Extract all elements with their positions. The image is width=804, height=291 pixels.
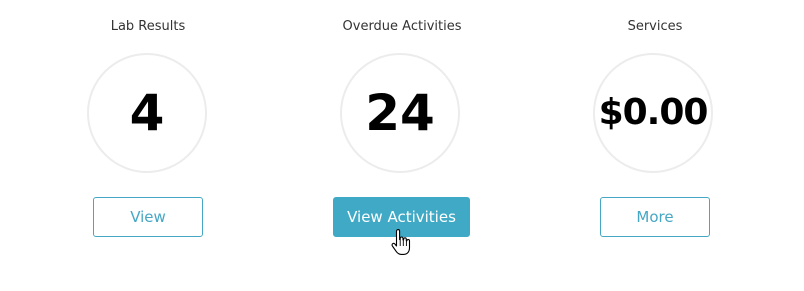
lab-results-label: Lab Results <box>110 19 186 34</box>
services-card: Services $0.00 More <box>545 0 765 291</box>
hand-pointer-icon <box>391 229 411 255</box>
lab-results-count: 4 <box>129 84 165 142</box>
overdue-activities-count: 24 <box>365 84 435 142</box>
lab-results-card: Lab Results 4 View <box>38 0 258 291</box>
lab-results-circle: 4 <box>87 53 207 173</box>
services-circle: $0.00 <box>593 53 713 173</box>
more-services-button[interactable]: More <box>600 197 710 237</box>
services-label: Services <box>627 19 683 34</box>
view-lab-results-button[interactable]: View <box>93 197 203 237</box>
overdue-activities-label: Overdue Activities <box>342 19 462 34</box>
services-amount: $0.00 <box>598 92 709 133</box>
overdue-activities-circle: 24 <box>340 53 460 173</box>
